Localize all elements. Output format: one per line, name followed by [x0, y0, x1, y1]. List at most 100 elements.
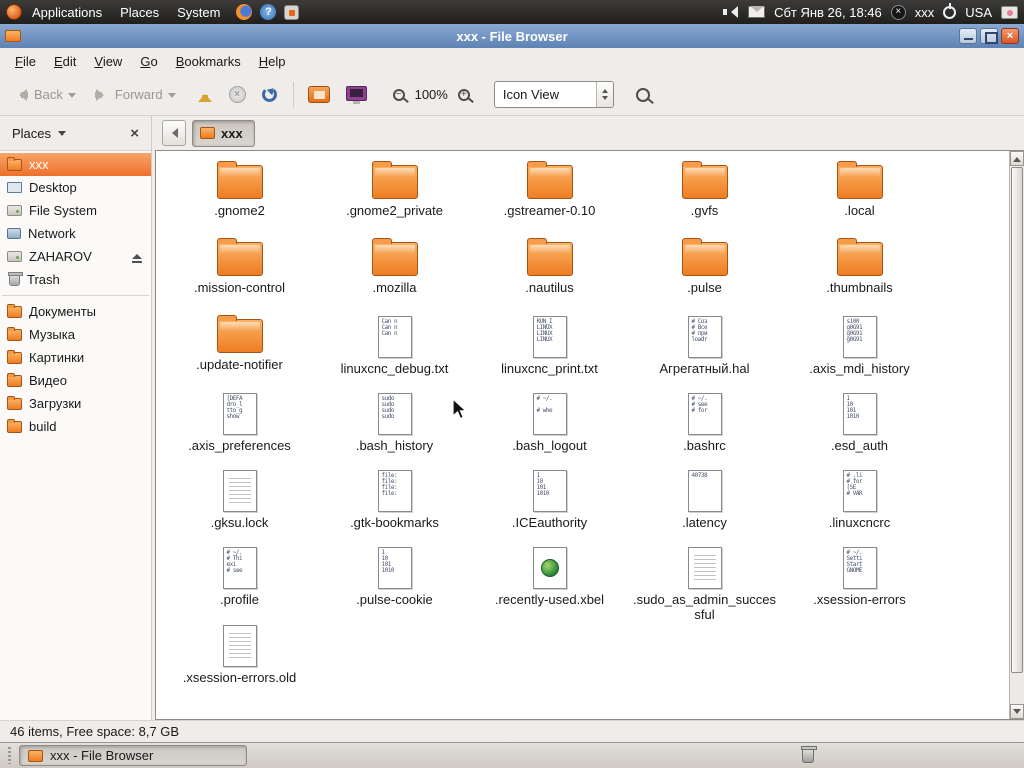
sidebar-item-build[interactable]: build [0, 415, 151, 438]
sidebar-item-Видео[interactable]: Видео [0, 369, 151, 392]
forward-button[interactable]: Forward [89, 82, 181, 107]
view-mode-spinner[interactable] [595, 82, 613, 107]
file-item[interactable]: [DEFA dro_l tto_g show .axis_preferences [162, 390, 317, 467]
mail-icon[interactable] [748, 6, 766, 18]
keyboard-layout-indicator[interactable]: USA [965, 5, 992, 20]
file-item[interactable]: .mission-control [162, 236, 317, 313]
taskbar-window-button[interactable]: xxx - File Browser [19, 745, 247, 766]
file-item[interactable]: # ~/. # whe .bash_logout [472, 390, 627, 467]
file-item[interactable]: .pulse [627, 236, 782, 313]
distro-menu-icon[interactable] [6, 4, 22, 20]
trash-icon [8, 271, 23, 286]
file-item[interactable]: .xsession-errors.old [162, 622, 317, 699]
file-name: .update-notifier [196, 357, 283, 372]
scrollbar-thumb[interactable] [1011, 167, 1023, 673]
file-item[interactable]: .gnome2 [162, 159, 317, 236]
file-item[interactable]: file: file: file: file: .gtk-bookmarks [317, 467, 472, 544]
browser-launcher-icon[interactable] [236, 4, 253, 20]
file-item[interactable]: .mozilla [317, 236, 472, 313]
back-button[interactable]: Back [8, 82, 81, 107]
file-item[interactable]: # .li # for [SE # VAR .linuxcncrc [782, 467, 937, 544]
file-item[interactable]: .nautilus [472, 236, 627, 313]
power-icon[interactable] [943, 2, 957, 19]
forward-history-chevron-icon[interactable] [167, 92, 176, 102]
back-history-chevron-icon[interactable] [67, 92, 76, 102]
search-icon[interactable] [635, 87, 650, 102]
computer-button[interactable] [345, 85, 367, 104]
menu-system[interactable]: System [169, 3, 228, 22]
file-item[interactable]: # ~/. Setti Start GNOME .xsession-errors [782, 544, 937, 622]
menu-places[interactable]: Places [112, 3, 167, 22]
file-item[interactable]: .local [782, 159, 937, 236]
sidebar-item-Картинки[interactable]: Картинки [0, 346, 151, 369]
help-launcher-icon[interactable]: ? [260, 4, 277, 20]
menu-bookmarks[interactable]: Bookmarks [169, 51, 248, 72]
file-item[interactable]: 1 10 101 1010 .esd_auth [782, 390, 937, 467]
trash-applet-icon[interactable] [801, 746, 817, 763]
file-item[interactable]: .gnome2_private [317, 159, 472, 236]
sidebar-item-Музыка[interactable]: Музыка [0, 323, 151, 346]
menu-go[interactable]: Go [133, 51, 164, 72]
sidebar-item-Trash[interactable]: Trash [0, 268, 151, 291]
file-item[interactable]: .update-notifier [162, 313, 317, 390]
sidebar-item-Network[interactable]: Network [0, 222, 151, 245]
file-item[interactable]: RUN_I LINUX LINUX LINUX linuxcnc_print.tx… [472, 313, 627, 390]
file-item[interactable]: .gvfs [627, 159, 782, 236]
stop-button[interactable]: × [228, 86, 246, 103]
package-launcher-icon[interactable] [284, 4, 300, 20]
menu-applications[interactable]: Applications [24, 3, 110, 22]
home-button[interactable] [307, 86, 330, 103]
taskbar-grip[interactable] [8, 747, 11, 764]
file-item[interactable]: .sudo_as_admin_successful [627, 544, 782, 622]
file-item[interactable]: .gksu.lock [162, 467, 317, 544]
file-item[interactable]: 40738 .latency [627, 467, 782, 544]
sidebar-item-xxx[interactable]: xxx [0, 153, 151, 176]
eject-icon[interactable] [132, 254, 142, 263]
view-mode-select[interactable]: Icon View [493, 81, 614, 108]
sidebar-item-ZAHAROV[interactable]: ZAHAROV [0, 245, 151, 268]
keyboard-icon[interactable] [1001, 5, 1018, 19]
window-titlebar[interactable]: xxx - File Browser × [0, 24, 1024, 48]
up-button[interactable] [197, 87, 213, 103]
places-selector[interactable]: Places [8, 123, 70, 144]
volume-icon[interactable] [723, 5, 739, 19]
reload-button[interactable] [261, 87, 277, 102]
file-item[interactable]: Can n Can n Can n linuxcnc_debug.txt [317, 313, 472, 390]
menu-file[interactable]: File [8, 51, 43, 72]
file-item[interactable]: # Соз # Все # при loadr Агрегатный.hal [627, 313, 782, 390]
sidebar-item-File System[interactable]: File System [0, 199, 151, 222]
vertical-scrollbar[interactable] [1009, 151, 1024, 719]
file-item[interactable]: .gstreamer-0.10 [472, 159, 627, 236]
zoom-out-icon[interactable]: − [392, 88, 405, 101]
user-badge-icon[interactable]: × [890, 4, 906, 20]
file-item[interactable]: .recently-used.xbel [472, 544, 627, 622]
file-item[interactable]: 1 10 101 1010 .ICEauthority [472, 467, 627, 544]
menu-view[interactable]: View [87, 51, 129, 72]
menu-edit[interactable]: Edit [47, 51, 83, 72]
file-item[interactable]: # ~/. # Thi exi # see .profile [162, 544, 317, 622]
sidebar-item-Документы[interactable]: Документы [0, 300, 151, 323]
clock[interactable]: Сбт Янв 26, 18:46 [774, 5, 882, 20]
minimize-button[interactable] [959, 28, 977, 44]
path-button-current[interactable]: xxx [192, 119, 255, 147]
file-item[interactable]: s100 g0G91 g0G91 g0G91 .axis_mdi_history [782, 313, 937, 390]
file-name: .profile [219, 592, 260, 607]
close-button[interactable]: × [1001, 28, 1019, 44]
zoom-in-icon[interactable]: + [457, 88, 470, 101]
file-item[interactable]: .thumbnails [782, 236, 937, 313]
sidebar-item-Desktop[interactable]: Desktop [0, 176, 151, 199]
scroll-up-button[interactable] [1010, 151, 1024, 166]
toolbar-separator [292, 81, 294, 108]
scrollbar-track[interactable] [1010, 166, 1024, 704]
user-name[interactable]: xxx [915, 5, 935, 20]
file-item[interactable]: sudo sudo sudo sudo .bash_history [317, 390, 472, 467]
sidebar-close-icon[interactable]: × [126, 125, 143, 142]
scroll-down-button[interactable] [1010, 704, 1024, 719]
menu-help[interactable]: Help [252, 51, 293, 72]
sidebar-item-Загрузки[interactable]: Загрузки [0, 392, 151, 415]
sidebar-item-label: xxx [29, 157, 49, 172]
path-scroll-left-button[interactable] [162, 120, 186, 146]
file-item[interactable]: # ~/. # see # for .bashrc [627, 390, 782, 467]
maximize-button[interactable] [980, 28, 998, 44]
file-item[interactable]: 1 10 101 1010 .pulse-cookie [317, 544, 472, 622]
